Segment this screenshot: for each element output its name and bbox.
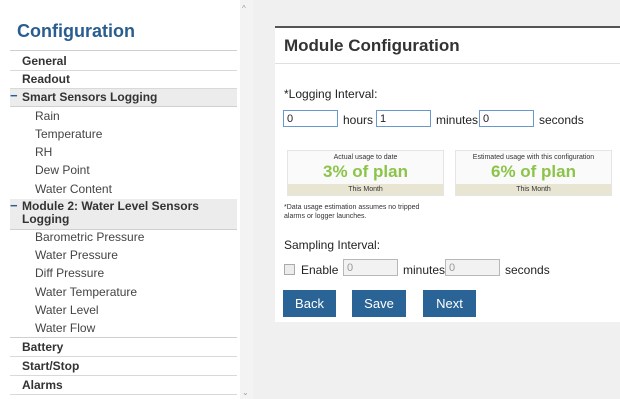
save-button[interactable]: Save: [352, 290, 406, 317]
divider: [10, 50, 237, 51]
estimated-usage-box: Estimated usage with this configuration …: [455, 150, 612, 196]
sidebar-item-rh[interactable]: RH: [35, 144, 52, 161]
minutes-label: minutes: [403, 263, 446, 277]
sidebar-item-module-2[interactable]: Module 2: Water Level Sensors Logging: [10, 199, 237, 230]
sidebar-item-temperature[interactable]: Temperature: [35, 126, 102, 143]
logging-seconds-input[interactable]: [479, 110, 534, 127]
sidebar-title: Configuration: [17, 21, 135, 41]
scroll-up-icon[interactable]: ^: [242, 4, 246, 13]
hours-label: hours: [343, 113, 374, 127]
sidebar-item-smart-sensors-logging[interactable]: Smart Sensors Logging: [10, 89, 237, 107]
sidebar: Configuration General Readout Smart Sens…: [0, 0, 240, 399]
sampling-minutes-input[interactable]: [343, 259, 398, 276]
divider: [10, 337, 237, 338]
sampling-seconds-input[interactable]: [445, 259, 500, 276]
estimated-usage-period: This Month: [456, 184, 611, 195]
actual-usage-period: This Month: [288, 184, 443, 195]
sidebar-item-diff-pressure[interactable]: Diff Pressure: [35, 265, 104, 282]
logging-interval-label: *Logging Interval:: [284, 87, 378, 101]
logging-minutes-input[interactable]: [376, 110, 431, 127]
estimated-usage-percent: 6% of plan: [490, 162, 576, 181]
enable-checkbox[interactable]: [284, 264, 295, 275]
actual-usage-box: Actual usage to date 3% of plan This Mon…: [287, 150, 444, 196]
sidebar-item-water-temperature[interactable]: Water Temperature: [35, 284, 137, 301]
usage-note: *Data usage estimation assumes no trippe…: [284, 204, 420, 220]
sidebar-item-rain[interactable]: Rain: [35, 108, 60, 125]
sidebar-item-readout[interactable]: Readout: [10, 71, 237, 89]
sidebar-item-general[interactable]: General: [10, 53, 237, 71]
sidebar-item-barometric-pressure[interactable]: Barometric Pressure: [35, 229, 144, 246]
collapse-icon[interactable]: −: [10, 88, 18, 103]
page-title: Module Configuration: [284, 36, 460, 55]
actual-usage-percent: 3% of plan: [322, 162, 408, 181]
seconds-label: seconds: [505, 263, 550, 277]
sidebar-item-water-pressure[interactable]: Water Pressure: [35, 247, 118, 264]
seconds-label: seconds: [539, 113, 584, 127]
minutes-label: minutes: [436, 113, 479, 127]
actual-usage-caption: Actual usage to date: [333, 154, 398, 161]
sidebar-item-dew-point[interactable]: Dew Point: [35, 162, 90, 179]
estimated-usage-caption: Estimated usage with this configuration: [472, 154, 595, 161]
sidebar-item-battery[interactable]: Battery: [10, 339, 237, 357]
enable-label: Enable: [301, 263, 339, 277]
back-button[interactable]: Back: [283, 290, 336, 317]
scroll-down-icon[interactable]: ⌄: [242, 388, 249, 397]
sidebar-item-water-content[interactable]: Water Content: [35, 181, 112, 198]
divider: [275, 63, 620, 64]
logging-hours-input[interactable]: [283, 110, 338, 127]
sidebar-item-water-level[interactable]: Water Level: [35, 302, 99, 319]
sidebar-item-alarms[interactable]: Alarms: [10, 377, 237, 395]
sidebar-item-start-stop[interactable]: Start/Stop: [10, 358, 237, 376]
sampling-interval-label: Sampling Interval:: [284, 238, 381, 252]
collapse-icon[interactable]: −: [10, 198, 18, 213]
next-button[interactable]: Next: [423, 290, 476, 317]
sidebar-scrollbar[interactable]: [240, 0, 253, 399]
sidebar-item-water-flow[interactable]: Water Flow: [35, 320, 95, 337]
